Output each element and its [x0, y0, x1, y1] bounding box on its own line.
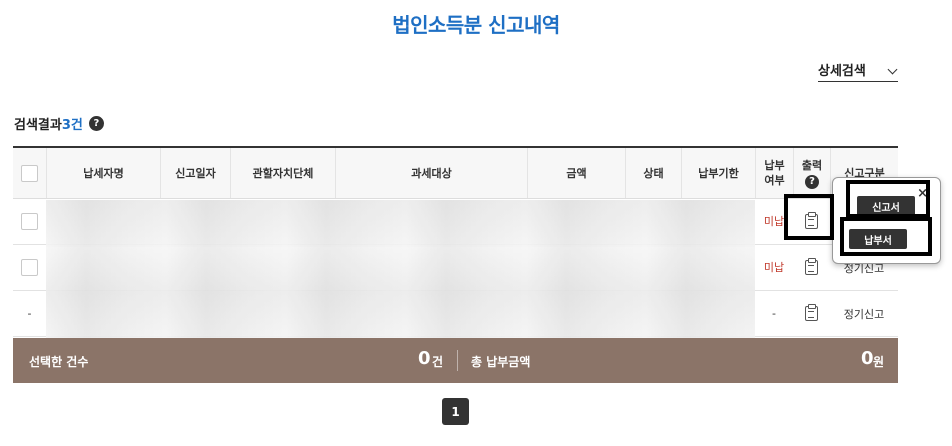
paid-status: - — [772, 307, 776, 320]
blurred-content — [46, 200, 755, 339]
report-table: 납세자명 신고일자 관할자치단체 과세대상 금액 상태 납부기한 납부 여부 출… — [13, 146, 898, 339]
total-amount-unit: 원 — [873, 355, 885, 369]
highlight-print-icon — [784, 194, 834, 240]
header-select-all[interactable] — [13, 148, 46, 198]
summary-divider — [457, 350, 458, 371]
print-cell[interactable] — [793, 291, 830, 336]
header-amount: 금액 — [527, 148, 625, 198]
selected-count-unit: 건 — [432, 355, 444, 369]
result-count: 검색결과 3건 ? — [14, 114, 104, 133]
header-due-date: 납부기한 — [681, 148, 755, 198]
header-paid-line1: 납부 — [764, 159, 785, 172]
selected-count-value: 0 — [418, 348, 431, 369]
header-print-label: 출력 — [801, 158, 823, 172]
detail-search-label: 상세검색 — [818, 64, 866, 79]
help-icon[interactable]: ? — [88, 116, 104, 131]
header-local-gov: 관할자치단체 — [230, 148, 335, 198]
header-paid: 납부 여부 — [755, 148, 793, 198]
paid-status: 미납 — [763, 261, 785, 274]
row-select[interactable] — [13, 199, 46, 244]
header-paid-line2: 여부 — [764, 174, 785, 187]
total-amount-label: 총 납부금액 — [471, 355, 531, 369]
clipboard-icon[interactable] — [805, 258, 818, 275]
summary-bar: 선택한 건수 0 건 총 납부금액 0 원 — [13, 338, 898, 383]
chevron-down-icon — [887, 64, 898, 75]
row-checkbox[interactable] — [21, 259, 38, 276]
highlight-report-button — [846, 180, 930, 218]
total-amount-value: 0 — [861, 348, 874, 369]
header-print: 출력 ? — [793, 148, 830, 198]
result-count-value: 3건 — [61, 118, 83, 133]
row-select[interactable] — [13, 245, 46, 290]
select-all-checkbox[interactable] — [21, 164, 38, 182]
highlight-payment-button — [840, 217, 932, 256]
page-button-current[interactable]: 1 — [442, 398, 469, 425]
header-report-date: 신고일자 — [160, 148, 230, 198]
header-status: 상태 — [625, 148, 681, 198]
table-header-row: 납세자명 신고일자 관할자치단체 과세대상 금액 상태 납부기한 납부 여부 출… — [13, 148, 898, 199]
clipboard-icon[interactable] — [805, 304, 818, 321]
row-select-disabled: - — [27, 307, 32, 320]
print-cell[interactable] — [793, 245, 830, 290]
result-count-prefix: 검색결과 — [14, 118, 62, 133]
header-taxpayer: 납세자명 — [46, 148, 160, 198]
detail-search-toggle[interactable]: 상세검색 — [818, 58, 898, 82]
selected-count-label: 선택한 건수 — [29, 355, 89, 369]
print-help-icon[interactable]: ? — [805, 174, 819, 189]
row-checkbox[interactable] — [21, 213, 38, 230]
report-type: 정기신고 — [843, 307, 885, 321]
page-title: 법인소득분 신고내역 — [392, 13, 560, 37]
header-tax-target: 과세대상 — [335, 148, 527, 198]
